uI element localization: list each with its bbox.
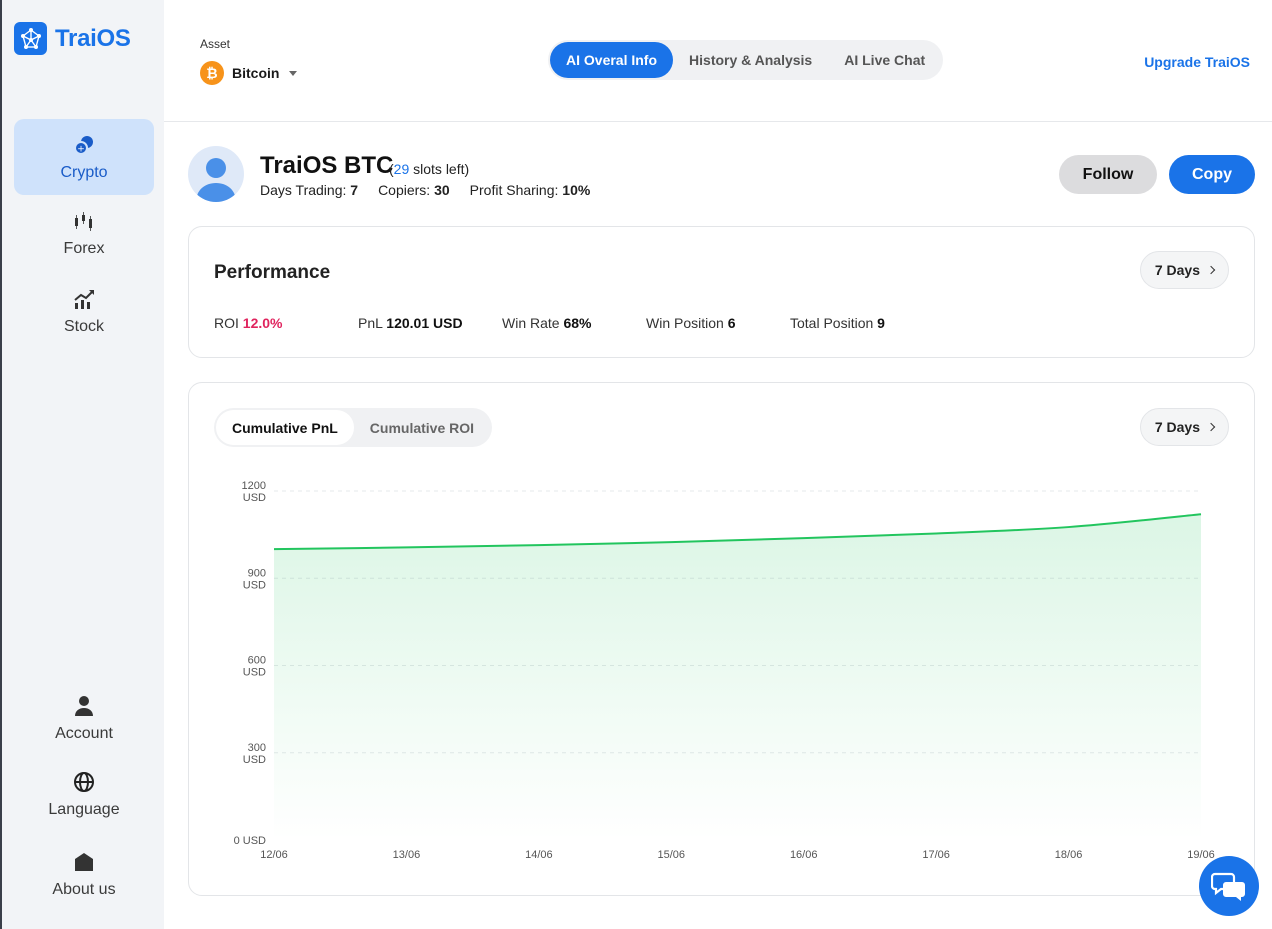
- asset-value: Bitcoin: [232, 65, 280, 81]
- sidebar-item-label: Account: [55, 724, 113, 742]
- tab-ai-live-chat[interactable]: AI Live Chat: [828, 42, 941, 78]
- sidebar-item-label: Crypto: [60, 163, 108, 181]
- svg-text:+: +: [77, 144, 85, 154]
- performance-period-button[interactable]: 7 Days: [1139, 251, 1229, 289]
- stock-chart-icon: [72, 287, 96, 311]
- x-tick-label: 13/06: [393, 849, 421, 861]
- cumulative-pnl-chart: 0 USD 300 USD 600 USD 900 USD 1200 USD 12/06 13/06…: [234, 480, 1215, 861]
- chevron-right-icon: [1206, 265, 1216, 275]
- tab-history-analysis[interactable]: History & Analysis: [673, 42, 828, 78]
- avatar: [188, 146, 244, 202]
- slots-count: 29: [393, 161, 410, 177]
- bitcoin-icon: ₿: [200, 61, 224, 85]
- toggle-cumulative-roi[interactable]: Cumulative ROI: [354, 410, 490, 445]
- performance-card: Performance 7 Days ROI 12.0% PnL 120.01 …: [188, 226, 1255, 358]
- crypto-coins-icon: +: [72, 133, 96, 157]
- stat-roi: ROI 12.0%: [214, 315, 283, 331]
- y-tick-label: 600 USD: [243, 655, 266, 679]
- x-tick-label: 19/06: [1187, 849, 1215, 861]
- sidebar-item-label: About us: [52, 880, 116, 898]
- sidebar-item-label: Language: [48, 800, 120, 818]
- performance-stats: ROI 12.0% PnL 120.01 USD Win Rate 68% Wi…: [214, 315, 934, 331]
- chevron-right-icon: [1206, 422, 1216, 432]
- sidebar-item-forex[interactable]: Forex: [14, 195, 154, 271]
- user-icon: [72, 694, 96, 718]
- copy-button[interactable]: Copy: [1169, 155, 1255, 194]
- sidebar-item-label: Stock: [63, 317, 104, 335]
- sidebar-item-stock[interactable]: Stock: [14, 273, 154, 349]
- stat-win-position: Win Position 6: [646, 315, 736, 331]
- sidebar: TraiOS + Crypto Forex Stock Account Lang…: [0, 0, 164, 929]
- days-trading: Days Trading: 7: [260, 182, 359, 198]
- asset-label: Asset: [200, 37, 231, 51]
- x-tick-label: 14/06: [525, 849, 553, 861]
- profit-sharing: Profit Sharing: 10%: [469, 182, 591, 198]
- copiers: Copiers: 30: [378, 182, 450, 198]
- pnl-area: [274, 514, 1201, 840]
- y-tick-label: 900 USD: [243, 567, 266, 591]
- trader-meta: Days Trading: 7 Copiers: 30 Profit Shari…: [260, 182, 590, 198]
- globe-icon: [72, 770, 96, 794]
- caret-down-icon: [289, 70, 298, 76]
- trader-name: TraiOS BTC: [260, 152, 394, 179]
- toggle-cumulative-pnl[interactable]: Cumulative PnL: [216, 410, 354, 445]
- stat-total-position: Total Position 9: [790, 315, 885, 331]
- brand-logo[interactable]: TraiOS: [14, 22, 131, 55]
- x-tick-label: 16/06: [790, 849, 818, 861]
- sidebar-item-about[interactable]: About us: [14, 836, 154, 912]
- stat-pnl: PnL 120.01 USD: [358, 315, 463, 331]
- main-tabs: AI Overal Info History & Analysis AI Liv…: [548, 40, 944, 80]
- sidebar-item-account[interactable]: Account: [14, 680, 154, 756]
- app-root: TraiOS + Crypto Forex Stock Account Lang…: [0, 0, 1272, 929]
- brand-name: TraiOS: [55, 24, 131, 52]
- network-logo-icon: [14, 22, 47, 55]
- upgrade-link[interactable]: Upgrade TraiOS: [1144, 54, 1250, 70]
- y-tick-label: 300 USD: [243, 742, 266, 766]
- follow-button[interactable]: Follow: [1059, 155, 1157, 194]
- y-tick-label: 1200 USD: [242, 480, 267, 504]
- candlestick-icon: [72, 209, 96, 233]
- performance-title: Performance: [214, 262, 331, 283]
- chart-mode-toggle: Cumulative PnL Cumulative ROI: [214, 408, 493, 447]
- slots-left: (29 slots left): [389, 161, 470, 177]
- tab-ai-overall-info[interactable]: AI Overal Info: [550, 42, 674, 78]
- stat-win-rate: Win Rate 68%: [502, 315, 592, 331]
- live-chat-button[interactable]: [1199, 856, 1259, 916]
- y-tick-label: 0 USD: [234, 835, 266, 847]
- chart-period-button[interactable]: 7 Days: [1139, 408, 1229, 446]
- x-tick-label: 15/06: [658, 849, 686, 861]
- top-header: Asset ₿ Bitcoin AI Overal Info History &…: [164, 0, 1272, 122]
- x-tick-label: 12/06: [260, 849, 288, 861]
- chat-bubbles-icon: [1211, 872, 1245, 901]
- home-icon: [72, 850, 96, 874]
- x-tick-label: 17/06: [922, 849, 950, 861]
- sidebar-item-label: Forex: [63, 239, 105, 257]
- asset-dropdown[interactable]: ₿ Bitcoin: [200, 61, 298, 85]
- x-tick-label: 18/06: [1055, 849, 1083, 861]
- sidebar-item-language[interactable]: Language: [14, 756, 154, 832]
- sidebar-item-crypto[interactable]: + Crypto: [14, 119, 154, 195]
- pnl-chart-card: 0 USD 300 USD 600 USD 900 USD 1200 USD 12/06 13/06…: [188, 382, 1255, 896]
